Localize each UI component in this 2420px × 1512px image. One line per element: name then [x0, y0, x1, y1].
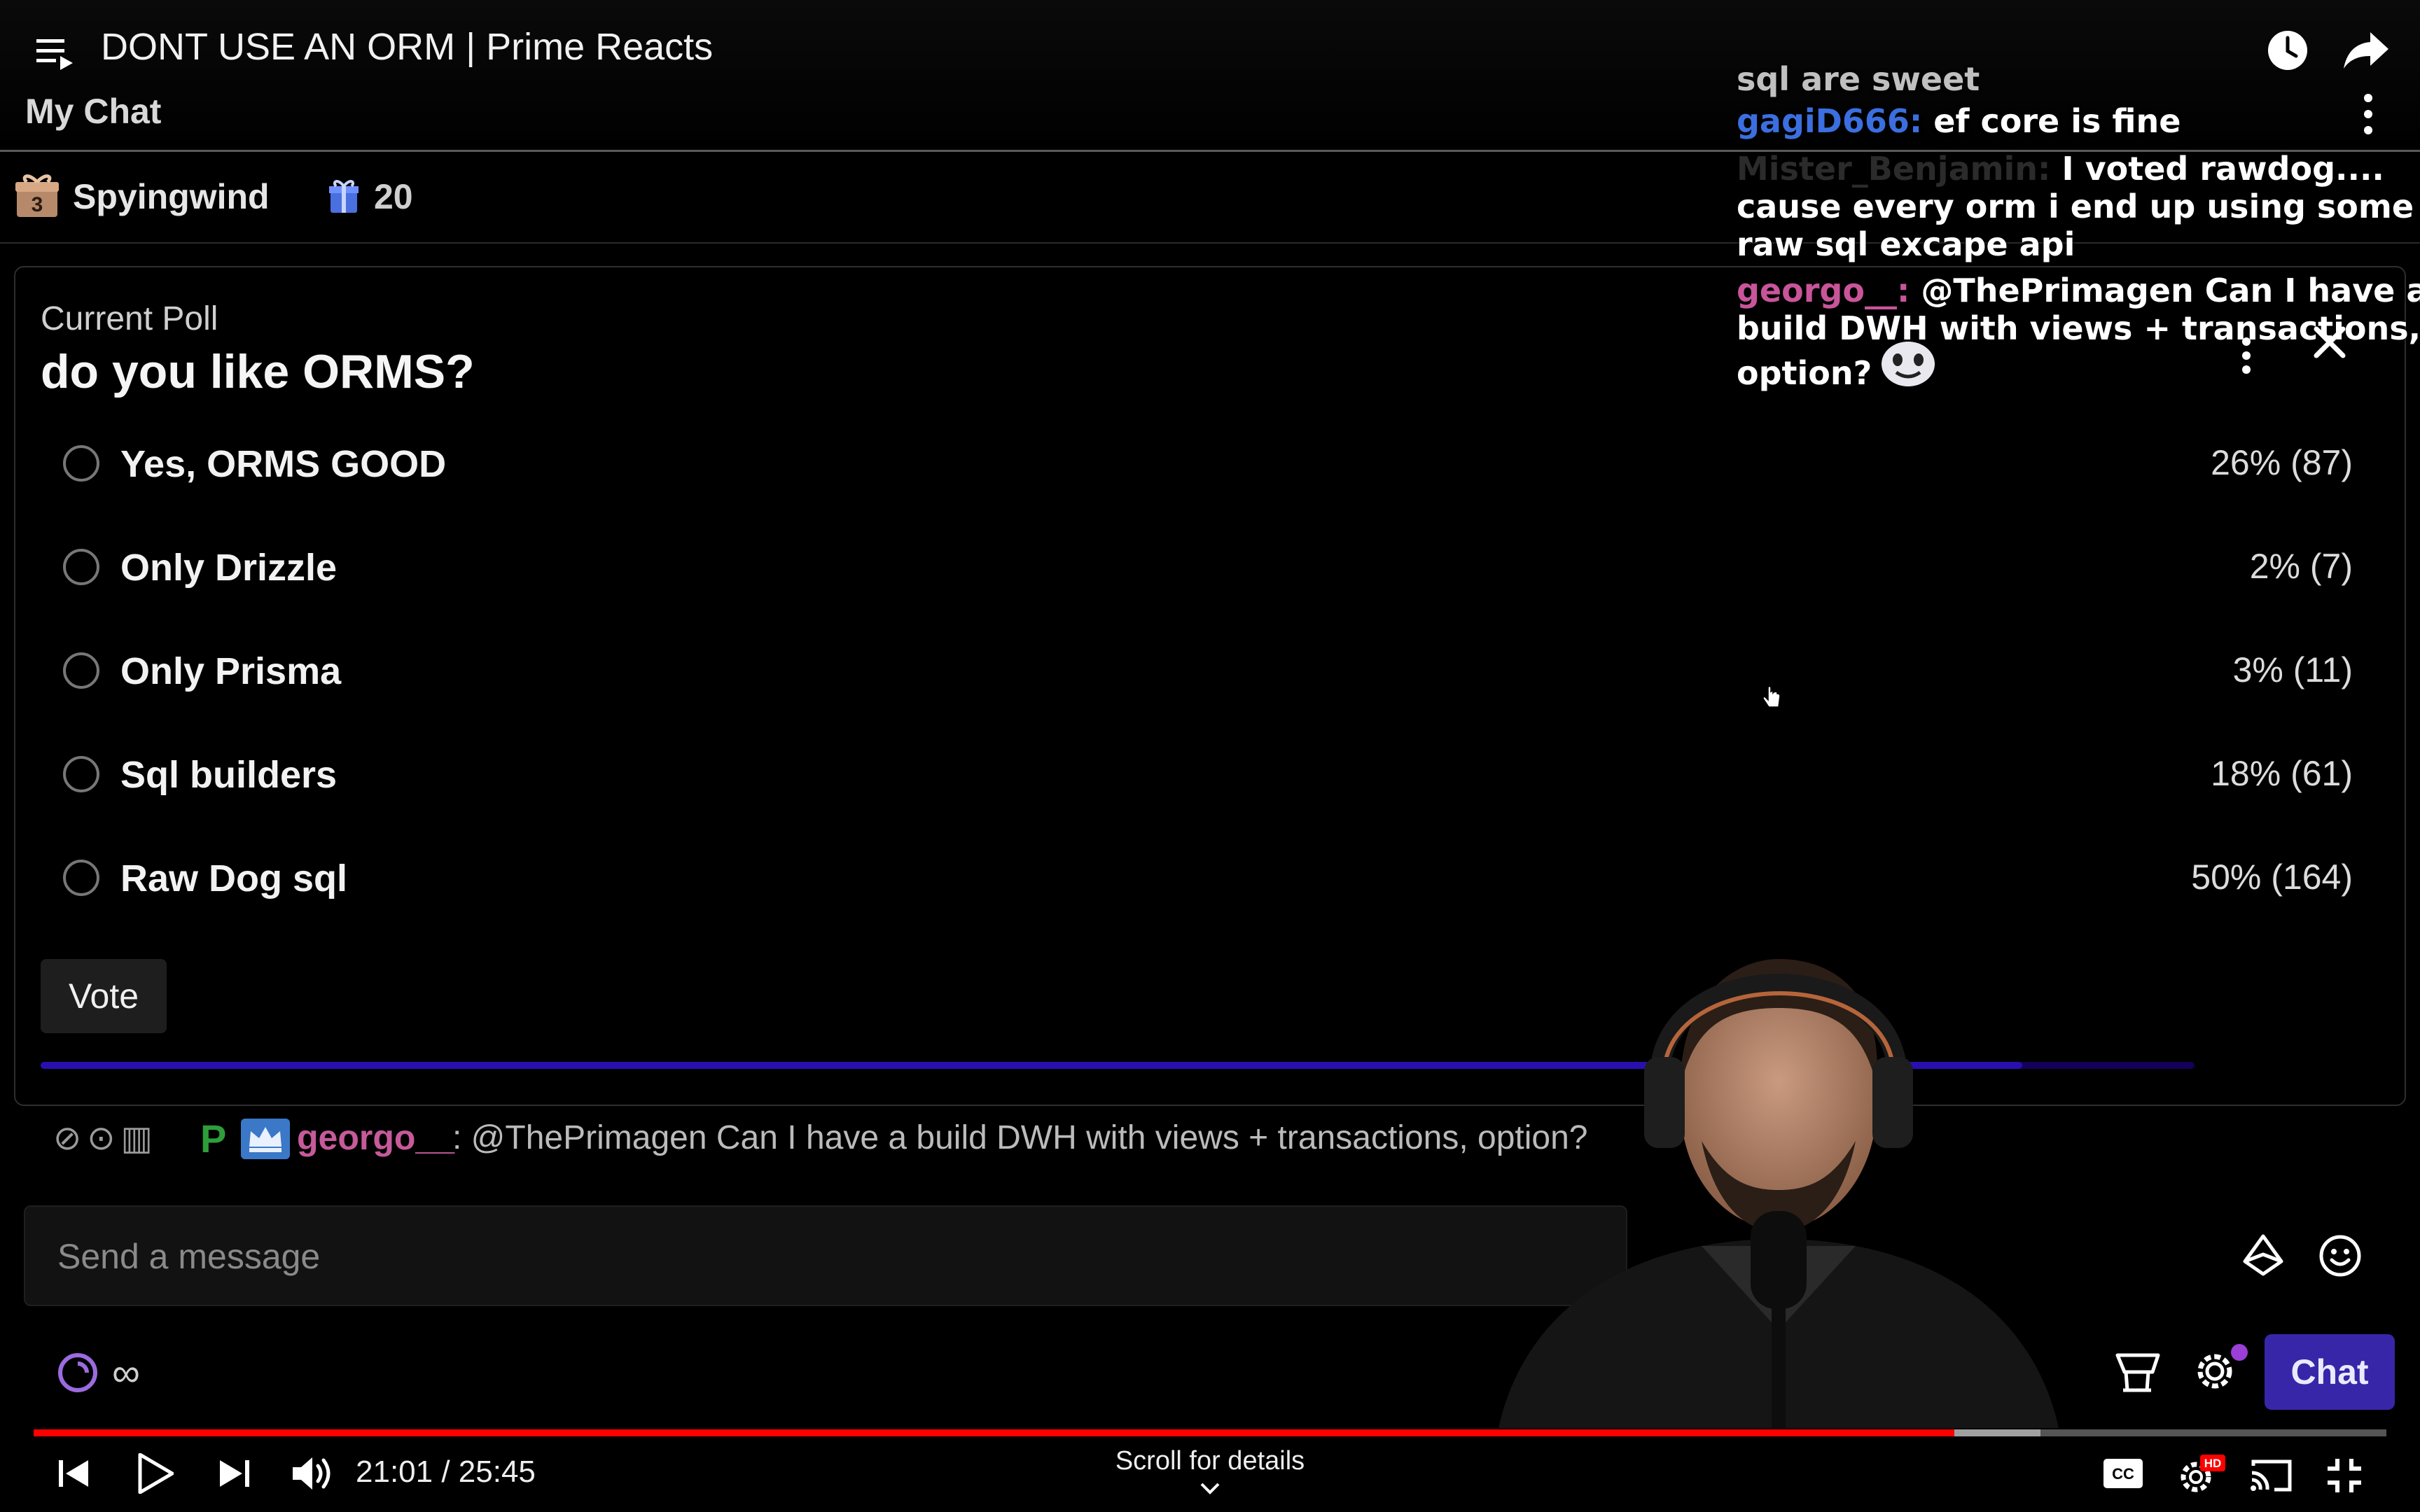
- overlay-chat-text: @ThePrimagen Can I have a: [1910, 272, 2420, 309]
- scroll-for-details[interactable]: Scroll for details: [1092, 1446, 1328, 1476]
- chat-username[interactable]: georgo__: [297, 1117, 454, 1158]
- overlay-chat-text: raw sql excape api: [1737, 225, 2075, 263]
- gift-badge-icon: 3: [15, 174, 59, 217]
- overlay-chat-line: cause every orm i end up using some: [1737, 188, 2414, 225]
- overlay-chat-line: sql are sweet: [1737, 60, 1980, 98]
- poll-option-label: Only Prisma: [120, 650, 342, 692]
- gifter-name[interactable]: Spyingwind: [73, 176, 270, 217]
- more-options-icon[interactable]: [2360, 91, 2377, 137]
- svg-text:CC: CC: [2112, 1465, 2134, 1483]
- volume-icon[interactable]: [291, 1455, 333, 1492]
- time-display: 21:01 / 25:45: [356, 1455, 536, 1489]
- hand-cursor-icon: [1762, 686, 1781, 708]
- chat-send-button[interactable]: Chat: [2265, 1334, 2395, 1410]
- poll-option-label: Raw Dog sql: [120, 858, 348, 899]
- chevron-down-icon[interactable]: [1199, 1481, 1221, 1497]
- settings-hd-icon[interactable]: HD: [2176, 1453, 2227, 1495]
- vote-button[interactable]: Vote: [41, 959, 167, 1033]
- radio-button[interactable]: [63, 860, 99, 896]
- overlay-chat-line: raw sql excape api: [1737, 225, 2075, 263]
- overlay-chat-line: georgo__: @ThePrimagen Can I have a: [1737, 272, 2420, 309]
- poll-question: do you like ORMS?: [41, 345, 475, 398]
- overlay-chat-text: cause every orm i end up using some: [1737, 188, 2414, 225]
- overlay-more-icon[interactable]: [2238, 335, 2255, 377]
- radio-button[interactable]: [63, 549, 99, 585]
- previous-icon[interactable]: [57, 1457, 90, 1490]
- store-icon[interactable]: [2115, 1351, 2161, 1393]
- watch-later-icon[interactable]: [2265, 28, 2310, 73]
- points-value: ∞: [112, 1350, 140, 1394]
- poll-option-result: 18% (61): [2211, 754, 2353, 793]
- overlay-chat-user: georgo__:: [1737, 272, 1910, 309]
- bits-icon[interactable]: [2241, 1233, 2286, 1278]
- video-progress-bar[interactable]: [34, 1429, 1954, 1436]
- chat-badge-letter: P: [200, 1116, 227, 1161]
- poll-option-result: 26% (87): [2211, 443, 2353, 482]
- cast-icon[interactable]: [2249, 1457, 2293, 1492]
- chat-title: My Chat: [25, 92, 162, 131]
- radio-button[interactable]: [63, 652, 99, 689]
- channel-points-icon[interactable]: [56, 1351, 99, 1394]
- ghost-emote-icon: [1882, 342, 1935, 386]
- hd-badge: HD: [2204, 1457, 2222, 1470]
- close-icon[interactable]: [2311, 323, 2349, 361]
- queue-icon[interactable]: [35, 34, 77, 73]
- gift-count: 20: [374, 177, 413, 216]
- chat-message-text: : @ThePrimagen Can I have a build DWH wi…: [452, 1119, 1588, 1156]
- share-icon[interactable]: [2342, 28, 2391, 73]
- emoji-icon[interactable]: [2318, 1233, 2363, 1278]
- poll-caption: Current Poll: [41, 300, 218, 337]
- poll-option[interactable]: Yes, ORMS GOOD 26% (87): [63, 434, 2353, 497]
- next-icon[interactable]: [218, 1457, 251, 1490]
- message-placeholder: Send a message: [57, 1237, 321, 1276]
- play-icon[interactable]: [137, 1453, 174, 1494]
- notification-dot: [2231, 1344, 2248, 1361]
- radio-button[interactable]: [63, 445, 99, 482]
- poll-option[interactable]: Raw Dog sql 50% (164): [63, 848, 2353, 911]
- poll-option[interactable]: Sql builders 18% (61): [63, 745, 2353, 808]
- video-title[interactable]: DONT USE AN ORM | Prime Reacts: [101, 25, 713, 69]
- mod-action-icons[interactable]: ⊘⊙▥: [53, 1119, 158, 1158]
- crown-badge-icon: [241, 1119, 290, 1159]
- radio-button[interactable]: [63, 756, 99, 792]
- poll-option[interactable]: Only Prisma 3% (11): [63, 641, 2353, 704]
- gift-badge-count: 3: [32, 193, 43, 216]
- overlay-chat-user: Mister_Benjamin:: [1737, 150, 2051, 188]
- poll-option-label: Only Drizzle: [120, 547, 338, 589]
- gift-icon: [329, 180, 359, 213]
- overlay-chat-user: gagiD666:: [1737, 102, 1923, 140]
- poll-option-result: 2% (7): [2249, 547, 2353, 586]
- poll-option-result: 3% (11): [2232, 650, 2353, 690]
- poll-option-label: Yes, ORMS GOOD: [120, 443, 447, 485]
- poll-option[interactable]: Only Drizzle 2% (7): [63, 538, 2353, 601]
- overlay-chat-text: option?: [1737, 354, 1872, 392]
- overlay-chat-text: ef core is fine: [1922, 102, 2181, 140]
- overlay-chat-line: gagiD666: ef core is fine: [1737, 102, 2181, 140]
- overlay-chat-line: option?: [1737, 354, 1872, 392]
- poll-option-result: 50% (164): [2191, 858, 2353, 897]
- poll-option-label: Sql builders: [120, 754, 338, 796]
- exit-fullscreen-icon[interactable]: [2326, 1457, 2363, 1494]
- captions-icon[interactable]: CC: [2102, 1457, 2144, 1490]
- streamer-webcam: [1498, 959, 2059, 1428]
- overlay-chat-line: Mister_Benjamin: I voted rawdog....: [1737, 150, 2384, 188]
- overlay-chat-text: sql are sweet: [1737, 60, 1980, 98]
- overlay-chat-text: I voted rawdog....: [2050, 150, 2384, 188]
